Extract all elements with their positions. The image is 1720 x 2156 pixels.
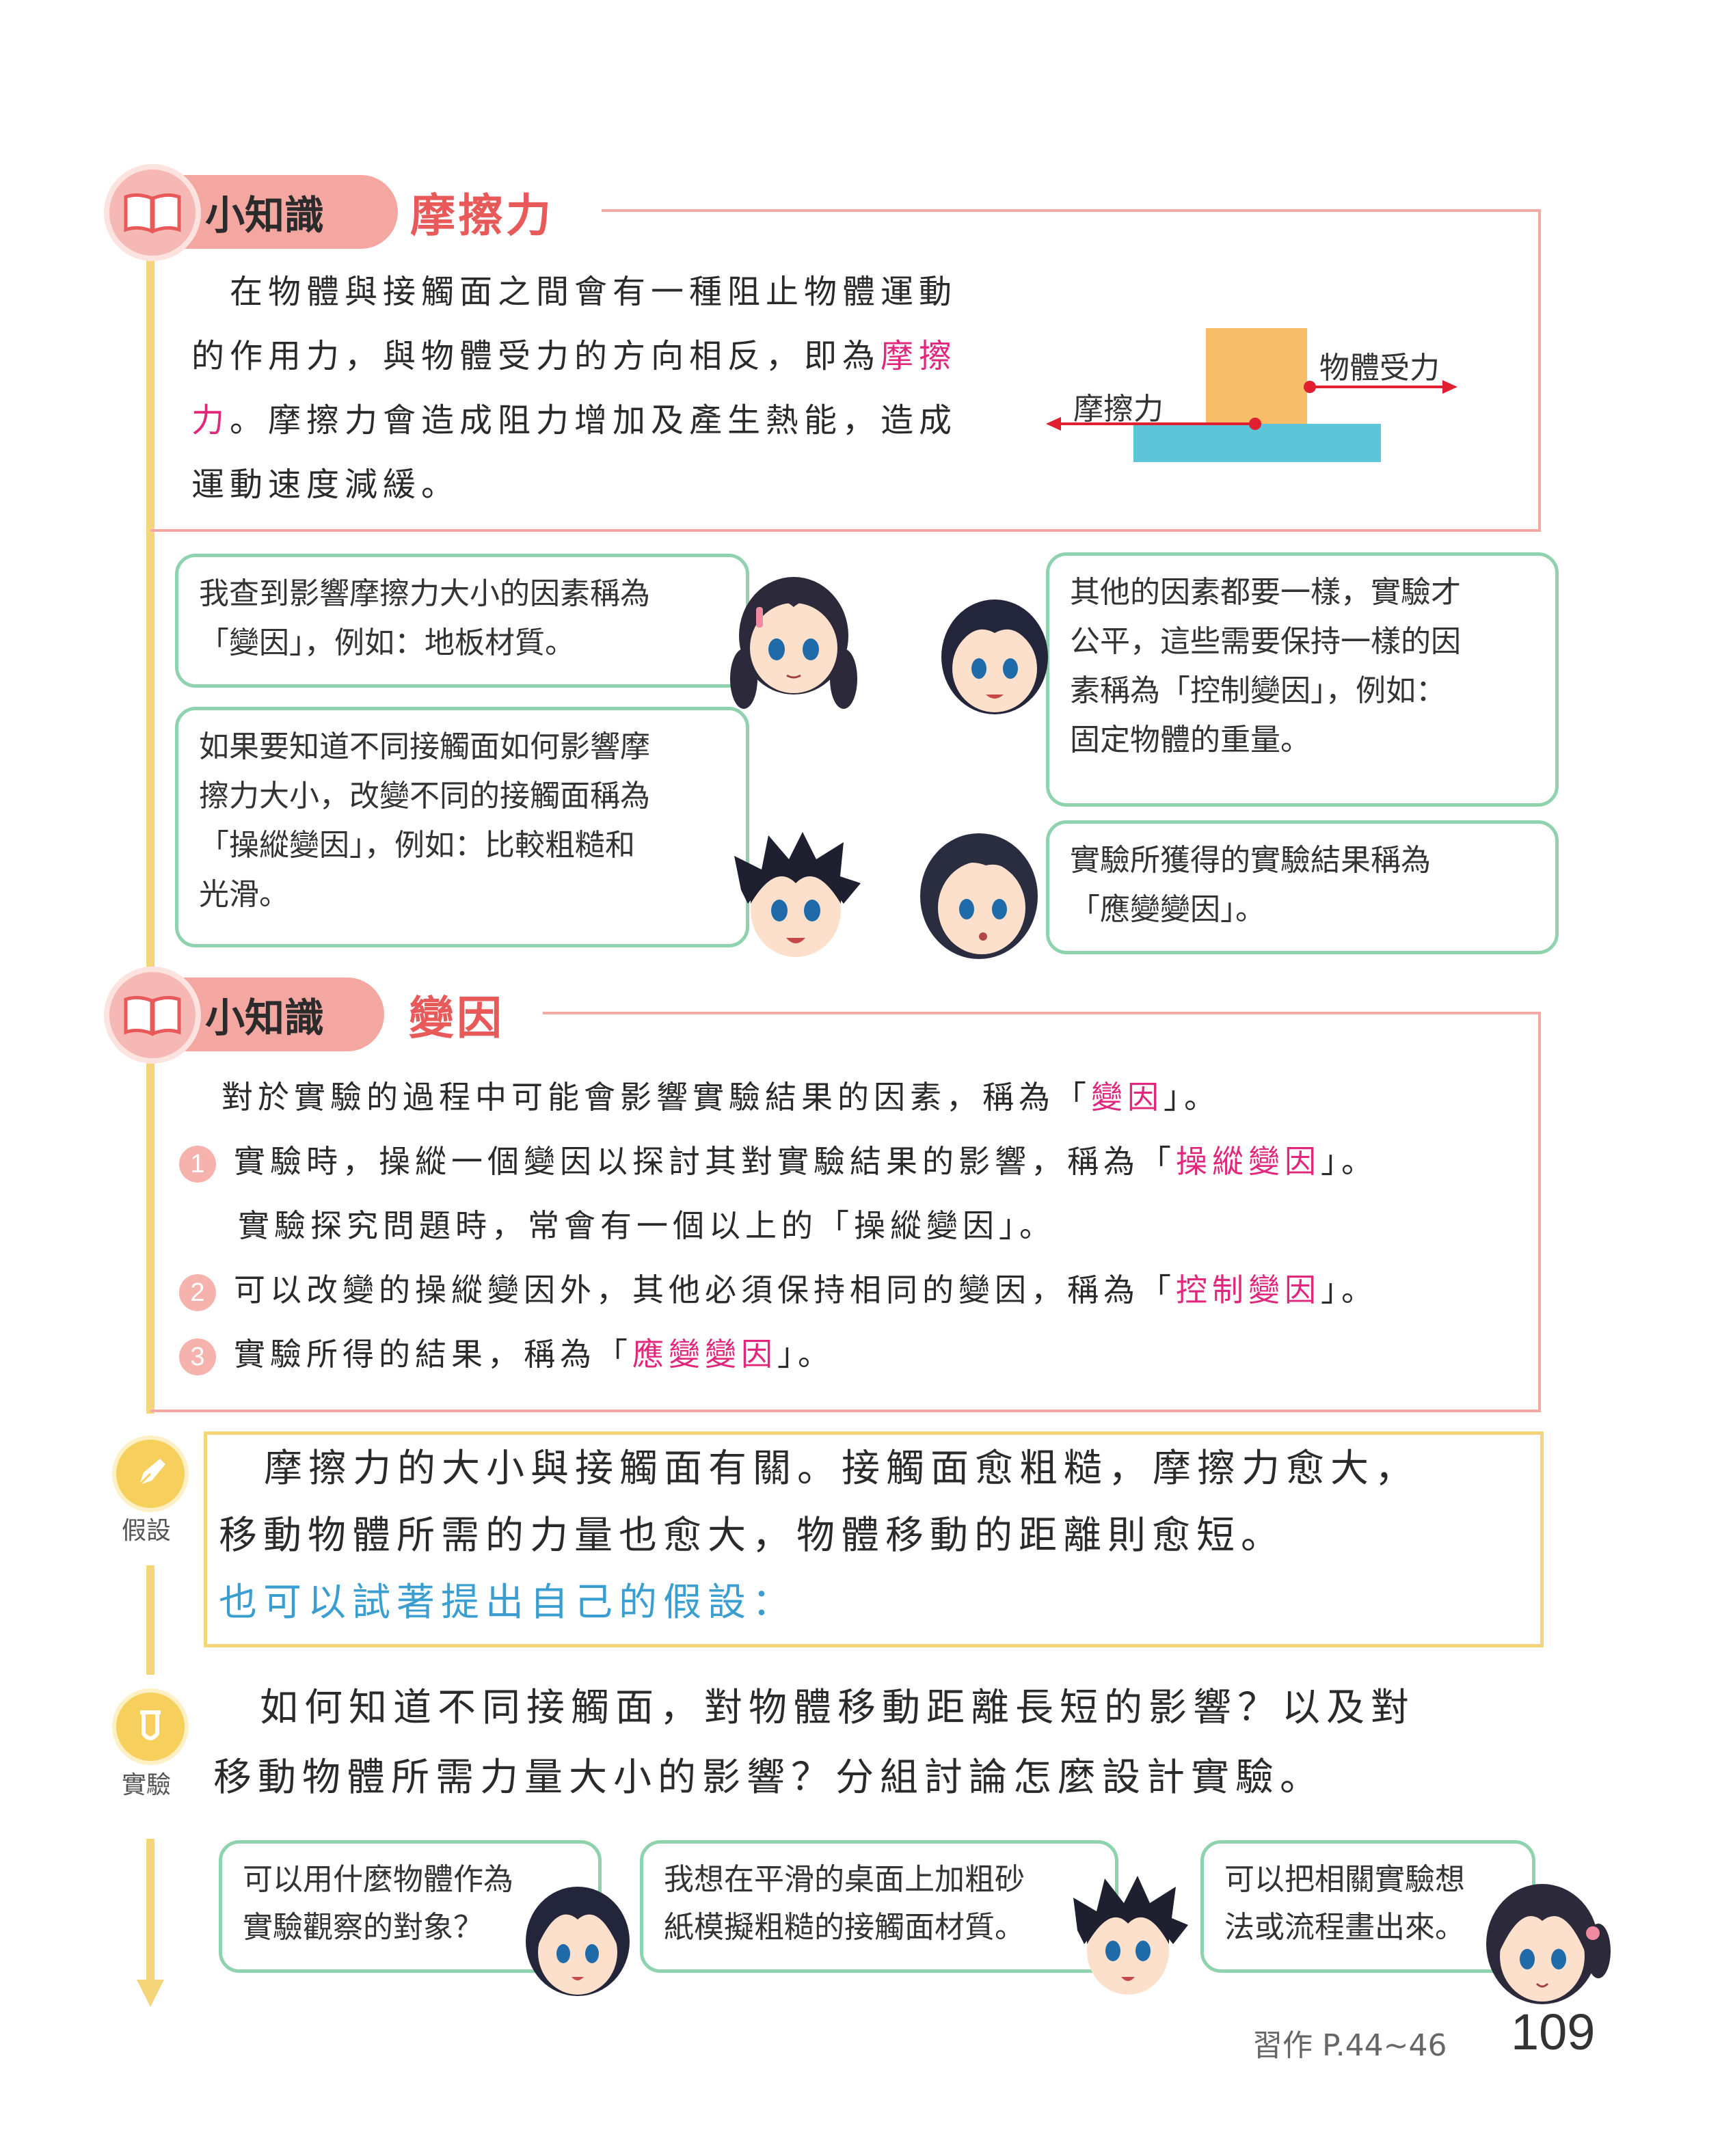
bubble-line: 我查到影響摩擦力大小的因素稱為	[199, 576, 650, 611]
force-point	[1304, 381, 1316, 393]
highlight-term: 摩擦	[881, 337, 958, 375]
text-span: 實驗時，操縱一個變因以探討其對實驗結果的影響，稱為「	[234, 1143, 1176, 1180]
knowledge-title: 摩擦力	[410, 189, 554, 242]
bubble-line: 「操縱變因」，例如：比較粗糙和	[199, 828, 635, 863]
friction-paragraph: 在物體與接觸面之間會有一種阻止物體運動 的作用力，與物體受力的方向相反，即為摩擦…	[191, 260, 1025, 517]
text-line: 移動物體所需力量大小的影響？分組討論怎麼設計實驗。	[213, 1755, 1324, 1800]
number-badge: 2	[179, 1274, 216, 1311]
hypothesis-text: 摩擦力的大小與接觸面有關。接觸面愈粗糙，摩擦力愈大， 移動物體所需的力量也愈大，…	[219, 1436, 1538, 1636]
numbered-item: 2 可以改變的操縱變因外，其他必須保持相同的變因，稱為「控制變因」。	[179, 1258, 1533, 1322]
boy-spiky-avatar	[734, 832, 861, 957]
force-label: 物體受力	[1319, 351, 1440, 386]
variable-paragraph: 對於實驗的過程中可能會影響實驗結果的因素，稱為「變因」。 1 實驗時，操縱一個變因…	[179, 1065, 1533, 1386]
knowledge-badge-label: 小知識	[205, 995, 325, 1041]
prompt-line: 也可以試著提出自己的假設：	[219, 1580, 796, 1625]
girl-pigtails-avatar	[730, 577, 857, 709]
highlight-term: 應變變因	[632, 1336, 777, 1373]
bubble-line: 光滑。	[199, 877, 289, 912]
text-line: 力。摩擦力會造成阻力增加及產生熱能，造成	[191, 388, 1025, 453]
timeline-arrow-icon	[137, 1980, 164, 2007]
text-line: 對於實驗的過程中可能會影響實驗結果的因素，稱為「變因」。	[179, 1065, 1533, 1129]
highlight-term: 力	[191, 401, 230, 440]
workbook-reference: 習作 P.44~46	[1252, 2028, 1447, 2063]
text-span: 」。	[1321, 1143, 1378, 1180]
speech-bubble: 我查到影響摩擦力大小的因素稱為 「變因」，例如：地板材質。	[175, 554, 749, 688]
girl-short-hair-avatar	[920, 833, 1038, 959]
text-line: 移動物體所需的力量也愈大，物體移動的距離則愈短。	[219, 1513, 1285, 1558]
speech-bubble: 其他的因素都要一樣，實驗才 公平，這些需要保持一樣的因 素稱為「控制變因」，例如…	[1046, 552, 1559, 807]
force-arrowhead	[1442, 380, 1457, 394]
book-icon	[104, 967, 201, 1064]
experiment-text: 如何知道不同接觸面，對物體移動距離長短的影響？以及對 移動物體所需力量大小的影響…	[213, 1673, 1553, 1813]
boy-spiky-avatar	[1073, 1876, 1188, 1995]
knowledge-badge-label: 小知識	[205, 192, 325, 239]
highlight-term: 控制變因	[1176, 1271, 1321, 1308]
bubble-line: 如果要知道不同接觸面如何影響摩	[199, 729, 650, 764]
bubble-line: 其他的因素都要一樣，實驗才	[1070, 575, 1461, 610]
block	[1206, 328, 1307, 424]
page-number: 109	[1511, 2004, 1596, 2060]
number-badge: 3	[179, 1338, 216, 1375]
text-span: 對於實驗的過程中可能會影響實驗結果的因素，稱為「	[221, 1079, 1091, 1116]
bubble-line: 固定物體的重量。	[1070, 723, 1311, 757]
friction-arrowhead	[1046, 417, 1061, 431]
text-line: 實驗探究問題時，常會有一個以上的「操縱變因」。	[238, 1207, 1056, 1244]
experiment-label: 實驗	[122, 1771, 172, 1799]
friction-point	[1249, 418, 1261, 430]
speech-bubble: 我想在平滑的桌面上加粗砂 紙模擬粗糙的接觸面材質。	[640, 1840, 1118, 1973]
pen-icon	[112, 1436, 189, 1512]
bubble-line: 法或流程畫出來。	[1224, 1910, 1465, 1945]
bubble-line: 紙模擬粗糙的接觸面材質。	[664, 1910, 1025, 1945]
timeline-line	[146, 1565, 154, 1675]
speech-bubble: 如果要知道不同接觸面如何影響摩 擦力大小，改變不同的接觸面稱為 「操縱變因」，例…	[175, 707, 749, 947]
bubble-line: 「應變變因」。	[1070, 892, 1265, 927]
boy-avatar	[941, 599, 1048, 714]
book-icon	[104, 164, 201, 261]
friction-label: 摩擦力	[1073, 392, 1164, 427]
boy-avatar	[526, 1887, 630, 1996]
bubble-line: 「變因」，例如：地板材質。	[199, 625, 575, 660]
bubble-line: 我想在平滑的桌面上加粗砂	[664, 1862, 1025, 1897]
bubble-line: 可以把相關實驗想	[1224, 1862, 1465, 1897]
text-span: 」。	[777, 1336, 834, 1373]
girl-pigtails-avatar	[1486, 1884, 1611, 2004]
text-line: 的作用力，與物體受力的方向相反，即為摩擦	[191, 324, 1025, 388]
speech-bubble: 實驗所獲得的實驗結果稱為 「應變變因」。	[1046, 820, 1559, 954]
highlight-term: 操縱變因	[1176, 1143, 1321, 1180]
text-line: 摩擦力的大小與接觸面有關。接觸面愈粗糙，摩擦力愈大，	[264, 1446, 1419, 1491]
highlight-term: 變因	[1091, 1079, 1164, 1116]
text-span: 可以改變的操縱變因外，其他必須保持相同的變因，稱為「	[234, 1271, 1176, 1308]
numbered-item: 1 實驗時，操縱一個變因以探討其對實驗結果的影響，稱為「操縱變因」。	[179, 1129, 1533, 1194]
test-tube-icon	[112, 1688, 189, 1765]
text-span: 」。	[1321, 1271, 1378, 1308]
text-span: 。摩擦力會造成阻力增加及產生熱能，造成	[230, 401, 958, 440]
number-badge: 1	[179, 1146, 216, 1183]
numbered-item: 3 實驗所得的結果，稱為「應變變因」。	[179, 1322, 1533, 1386]
text-line: 運動速度減緩。	[191, 466, 460, 504]
bubble-line: 擦力大小，改變不同的接觸面稱為	[199, 779, 650, 813]
text-line: 如何知道不同接觸面，對物體移動距離長短的影響？以及對	[260, 1686, 1415, 1730]
timeline-line	[146, 1839, 154, 1989]
hypothesis-label: 假設	[122, 1517, 172, 1545]
bubble-line: 公平，這些需要保持一樣的因	[1070, 624, 1461, 659]
knowledge-title: 變因	[409, 992, 505, 1045]
text-span: 實驗所得的結果，稱為「	[234, 1336, 632, 1373]
text-span: 」。	[1164, 1079, 1220, 1116]
text-line: 在物體與接觸面之間會有一種阻止物體運動	[230, 273, 958, 311]
bubble-line: 實驗所獲得的實驗結果稱為	[1070, 843, 1431, 878]
bubble-line: 素稱為「控制變因」，例如：	[1070, 673, 1446, 708]
text-span: 的作用力，與物體受力的方向相反，即為	[191, 337, 881, 375]
